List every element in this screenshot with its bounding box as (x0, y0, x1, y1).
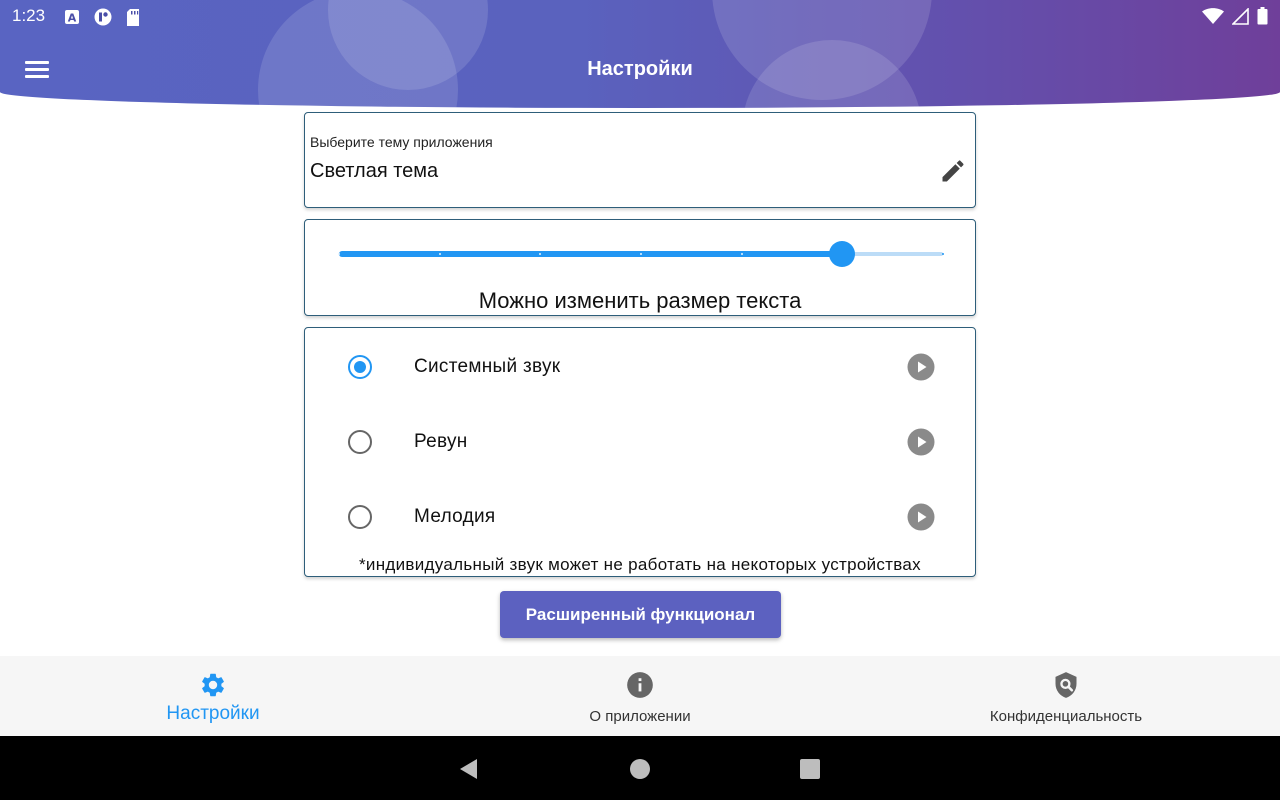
nav-item-about[interactable]: О приложении (490, 656, 790, 736)
slider-tick (942, 253, 944, 255)
back-triangle-icon[interactable] (456, 756, 482, 782)
advanced-features-button[interactable]: Расширенный функционал (500, 591, 781, 638)
signal-icon (1232, 7, 1249, 25)
play-circle-icon[interactable] (907, 353, 935, 381)
sound-note: *индивидуальный звук может не работать н… (359, 555, 921, 574)
radio-button-melody[interactable] (348, 505, 372, 529)
sound-option-system[interactable]: Системный звук (305, 342, 975, 392)
sd-card-icon (127, 8, 139, 26)
recents-square-icon[interactable] (797, 756, 823, 782)
shield-search-icon (1055, 672, 1077, 698)
nav-label: Настройки (166, 703, 260, 724)
svg-text:A: A (68, 12, 77, 25)
play-circle-icon[interactable] (907, 503, 935, 531)
status-time: 1:23 (12, 6, 46, 25)
pencil-icon[interactable] (939, 157, 967, 185)
slider-tick (640, 253, 642, 255)
bottom-navigation: Настройки О приложении Конфиденциальност… (0, 656, 1280, 736)
slider-tick (740, 253, 743, 255)
sound-option-howler[interactable]: Ревун (305, 417, 975, 467)
nav-item-privacy[interactable]: Конфиденциальность (916, 656, 1216, 736)
nav-item-settings[interactable]: Настройки (63, 656, 363, 736)
slider-tick (438, 253, 441, 255)
notification-app-icon (94, 8, 112, 26)
sound-option-melody[interactable]: Мелодия (305, 492, 975, 542)
wifi-icon (1202, 7, 1224, 24)
theme-selector-card[interactable]: Выберите тему приложения Светлая тема (304, 112, 976, 208)
slider-tick (338, 253, 340, 255)
slider-track-active (339, 251, 843, 257)
sound-option-label: Мелодия (414, 506, 496, 527)
theme-value: Светлая тема (310, 160, 439, 182)
text-size-caption: Можно изменить размер текста (478, 288, 802, 313)
slider-thumb[interactable] (829, 241, 856, 267)
sound-options-card: Системный звук Ревун Мелодия *индивидуал… (304, 327, 976, 577)
info-icon (627, 672, 653, 698)
home-circle-icon[interactable] (627, 756, 653, 782)
gear-icon (202, 673, 224, 697)
status-bar: 1:23 A (0, 0, 1280, 32)
theme-label: Выберите тему приложения (310, 134, 493, 150)
radio-button-system[interactable] (348, 355, 372, 379)
settings-screen: Настройки 1:23 A Выберите тему приложени… (0, 0, 1280, 800)
text-size-slider[interactable] (338, 241, 944, 267)
battery-icon (1257, 7, 1268, 25)
radio-button-howler[interactable] (348, 430, 372, 454)
page-title: Настройки (587, 58, 693, 80)
system-navigation-bar (0, 736, 1280, 800)
nav-label: Конфиденциальность (989, 708, 1143, 725)
sound-option-label: Ревун (414, 431, 468, 452)
sound-option-label: Системный звук (414, 356, 561, 377)
text-size-card: Можно изменить размер текста (304, 219, 976, 316)
nav-label: О приложении (589, 708, 691, 725)
accessibility-a-icon: A (65, 10, 79, 25)
play-circle-icon[interactable] (907, 428, 935, 456)
